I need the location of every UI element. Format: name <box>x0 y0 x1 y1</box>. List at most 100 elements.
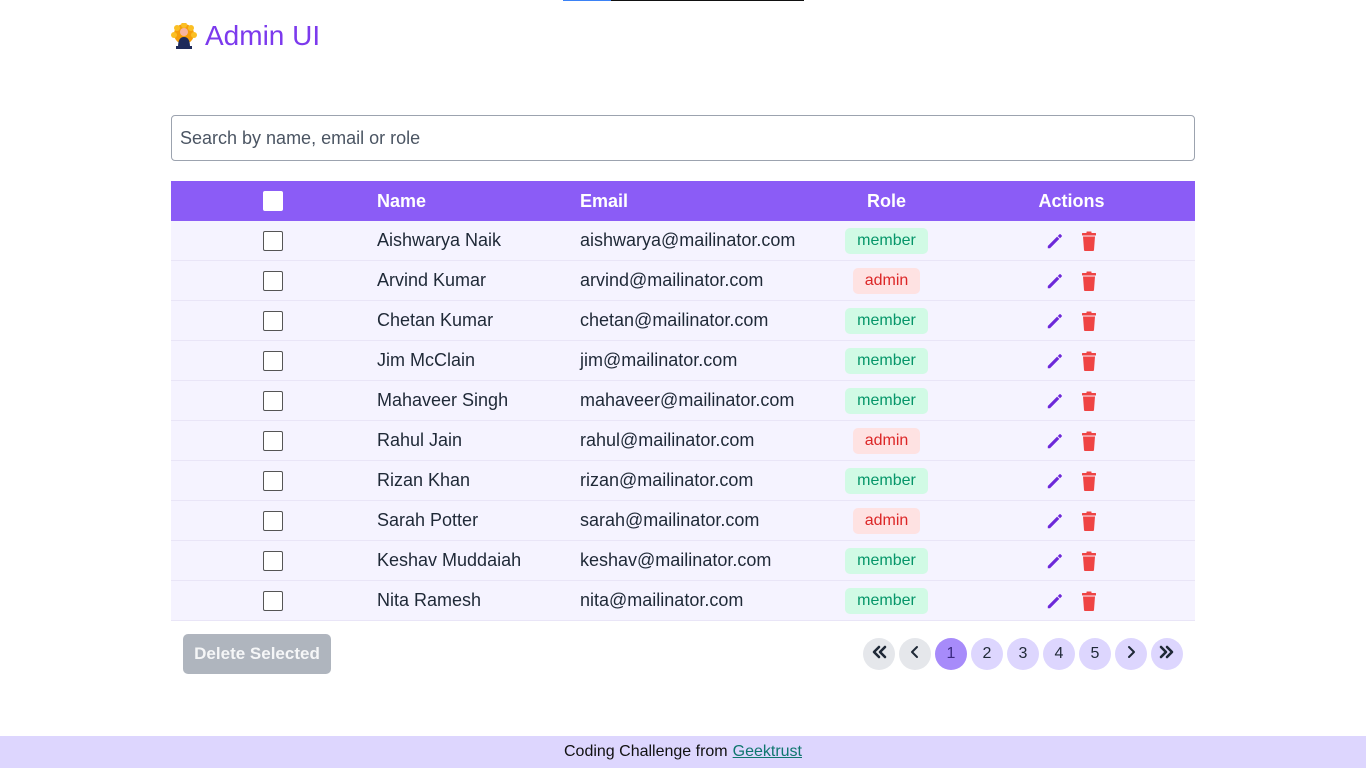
edit-button[interactable] <box>1045 430 1065 452</box>
geektrust-link[interactable]: Geektrust <box>733 743 802 761</box>
first-page-button[interactable] <box>863 638 895 670</box>
column-header-email: Email <box>580 190 629 211</box>
user-name: Keshav Muddaiah <box>377 550 522 570</box>
edit-button[interactable] <box>1045 590 1065 612</box>
last-page-button[interactable] <box>1151 638 1183 670</box>
delete-button[interactable] <box>1079 470 1099 492</box>
page-footer: Coding Challenge from Geektrust <box>0 736 1366 768</box>
edit-button[interactable] <box>1045 470 1065 492</box>
table-row: Rizan Khan rizan@mailinator.com member <box>171 461 1195 501</box>
row-select-cell <box>171 310 375 331</box>
row-select-cell <box>171 510 375 531</box>
pencil-icon <box>1047 273 1062 288</box>
role-cell: member <box>825 387 948 414</box>
delete-button[interactable] <box>1079 230 1099 252</box>
table-row: Aishwarya Naik aishwarya@mailinator.com … <box>171 221 1195 261</box>
search-input[interactable] <box>172 116 1194 160</box>
table-header: Name Email Role Actions <box>171 181 1195 221</box>
role-badge: admin <box>852 507 921 534</box>
delete-button[interactable] <box>1079 310 1099 332</box>
page-button-3[interactable]: 3 <box>1007 638 1039 670</box>
edit-button[interactable] <box>1045 550 1065 572</box>
role-cell: admin <box>825 267 948 294</box>
row-actions <box>948 270 1195 292</box>
pencil-icon <box>1047 313 1062 328</box>
role-cell: member <box>825 307 948 334</box>
trash-icon <box>1081 591 1096 611</box>
next-page-button[interactable] <box>1115 638 1147 670</box>
row-select-cell <box>171 270 375 291</box>
role-badge: member <box>845 547 928 574</box>
delete-button[interactable] <box>1079 270 1099 292</box>
trash-icon <box>1081 231 1096 251</box>
row-checkbox[interactable] <box>263 390 283 411</box>
row-actions <box>948 430 1195 452</box>
trash-icon <box>1081 511 1096 531</box>
row-checkbox[interactable] <box>263 430 283 451</box>
row-checkbox[interactable] <box>263 510 283 531</box>
role-badge: admin <box>852 267 921 294</box>
page-button-2[interactable]: 2 <box>971 638 1003 670</box>
row-checkbox[interactable] <box>263 310 283 331</box>
pencil-icon <box>1047 433 1062 448</box>
user-name: Sarah Potter <box>377 510 479 530</box>
user-email: chetan@mailinator.com <box>580 310 769 330</box>
role-badge: member <box>845 467 928 494</box>
user-email: aishwarya@mailinator.com <box>580 230 796 250</box>
trash-icon <box>1081 391 1096 411</box>
admin-avatar-icon <box>171 22 197 49</box>
previous-page-button[interactable] <box>899 638 931 670</box>
select-all-cell <box>171 191 375 211</box>
role-cell: member <box>825 347 948 374</box>
select-all-checkbox[interactable] <box>263 191 283 211</box>
delete-button[interactable] <box>1079 350 1099 372</box>
role-cell: member <box>825 467 948 494</box>
user-name: Rizan Khan <box>377 470 471 490</box>
row-checkbox[interactable] <box>263 270 283 291</box>
role-badge: admin <box>852 427 921 454</box>
page-button-5[interactable]: 5 <box>1079 638 1111 670</box>
role-cell: admin <box>825 507 948 534</box>
delete-button[interactable] <box>1079 550 1099 572</box>
pencil-icon <box>1047 233 1062 248</box>
role-cell: member <box>825 587 948 614</box>
delete-button[interactable] <box>1079 510 1099 532</box>
delete-button[interactable] <box>1079 590 1099 612</box>
row-checkbox[interactable] <box>263 230 283 251</box>
delete-button[interactable] <box>1079 390 1099 412</box>
row-select-cell <box>171 350 375 371</box>
edit-button[interactable] <box>1045 270 1065 292</box>
search-box <box>171 115 1195 161</box>
delete-button[interactable] <box>1079 430 1099 452</box>
pencil-icon <box>1047 353 1062 368</box>
page-button-4[interactable]: 4 <box>1043 638 1075 670</box>
role-cell: member <box>825 547 948 574</box>
user-name: Rahul Jain <box>377 430 463 450</box>
row-checkbox[interactable] <box>263 470 283 491</box>
edit-button[interactable] <box>1045 230 1065 252</box>
edit-button[interactable] <box>1045 390 1065 412</box>
user-name: Nita Ramesh <box>377 590 482 610</box>
row-checkbox[interactable] <box>263 350 283 371</box>
pagination: 1 2 3 4 5 <box>863 638 1183 670</box>
row-select-cell <box>171 590 375 611</box>
edit-button[interactable] <box>1045 510 1065 532</box>
delete-selected-button[interactable]: Delete Selected <box>183 634 331 674</box>
top-progress-bar <box>563 0 804 1</box>
footer-text: Coding Challenge from <box>563 743 728 760</box>
edit-button[interactable] <box>1045 350 1065 372</box>
row-checkbox[interactable] <box>263 590 283 611</box>
row-actions <box>948 470 1195 492</box>
row-actions <box>948 390 1195 412</box>
page-title: Admin UI <box>205 20 321 51</box>
edit-button[interactable] <box>1045 310 1065 332</box>
table-row: Mahaveer Singh mahaveer@mailinator.com m… <box>171 381 1195 421</box>
pencil-icon <box>1047 393 1062 408</box>
chevron-left-icon <box>905 642 925 667</box>
table-body: Aishwarya Naik aishwarya@mailinator.com … <box>171 221 1195 621</box>
row-checkbox[interactable] <box>263 550 283 571</box>
trash-icon <box>1081 431 1096 451</box>
row-actions <box>948 590 1195 612</box>
double-chevron-left-icon <box>869 642 889 667</box>
page-button-1[interactable]: 1 <box>935 638 967 670</box>
